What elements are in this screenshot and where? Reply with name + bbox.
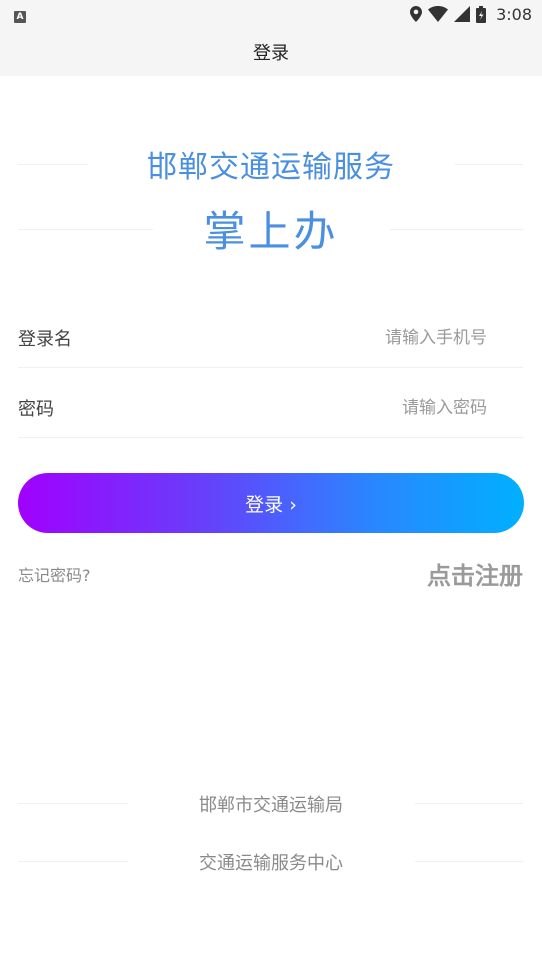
username-label: 登录名	[18, 328, 72, 350]
register-link[interactable]: 点击注册	[427, 556, 523, 591]
app-notification-icon: A	[14, 11, 26, 23]
location-icon	[410, 6, 423, 22]
signal-icon	[454, 6, 471, 22]
status-bar: A 3:08	[0, 0, 542, 28]
forgot-password-link[interactable]: 忘记密码?	[18, 562, 91, 586]
password-input[interactable]	[263, 397, 523, 418]
password-label: 密码	[18, 398, 54, 420]
page-title: 登录	[253, 43, 289, 64]
brand-title: 掌上办	[203, 207, 339, 256]
wifi-icon	[428, 6, 449, 22]
login-button[interactable]: 登录 ›	[18, 473, 524, 533]
password-row: 密码	[18, 378, 523, 438]
username-input[interactable]	[263, 327, 523, 348]
brand-subtitle: 邯郸交通运输服务	[147, 150, 395, 185]
footer-line-2: 交通运输服务中心	[199, 853, 343, 874]
battery-icon	[476, 5, 487, 23]
footer-line-1: 邯郸市交通运输局	[199, 795, 343, 816]
status-right: 3:08	[410, 5, 532, 24]
title-bar: 登录	[0, 28, 542, 76]
username-row: 登录名	[18, 308, 523, 368]
status-left: A	[14, 5, 26, 23]
status-time: 3:08	[496, 4, 532, 24]
